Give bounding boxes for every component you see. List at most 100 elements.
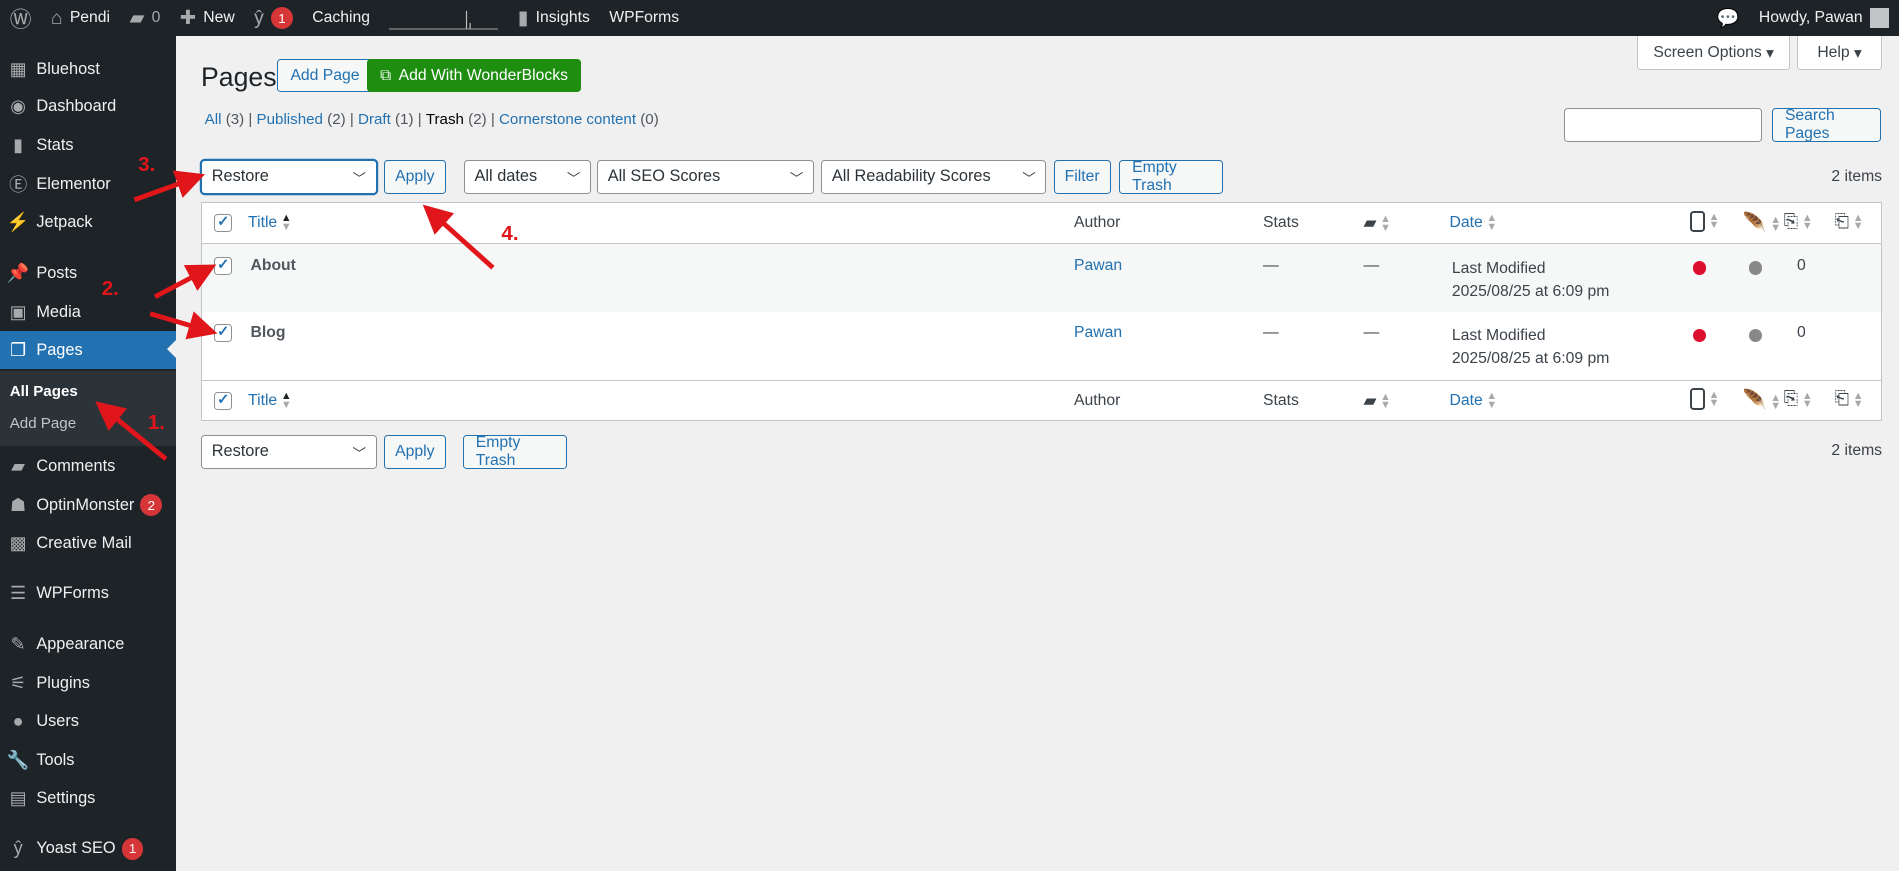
sidebar-item-posts[interactable]: 📌Posts — [0, 254, 176, 293]
sidebar-item-appearance[interactable]: ✎Appearance — [0, 625, 176, 664]
row-author[interactable]: Pawan — [1074, 257, 1122, 275]
wordpress-logo-icon[interactable]: Ⓦ — [0, 0, 41, 36]
sort-icon: ▲▼ — [1709, 213, 1720, 230]
caching-link[interactable]: Caching — [303, 0, 380, 36]
sidebar-item-tools[interactable]: 🔧Tools — [0, 741, 176, 780]
stats-icon: ▮ — [0, 135, 36, 156]
column-title[interactable]: Title▲▼ — [248, 392, 292, 410]
wpforms-link[interactable]: WPForms — [600, 0, 689, 36]
sidebar-item-creative-mail[interactable]: ▩Creative Mail — [0, 524, 176, 563]
apply-button-bottom[interactable]: Apply — [384, 435, 446, 469]
view-filters: All (3) | Published (2) | Draft (1) | Tr… — [205, 111, 659, 128]
readability-filter-select[interactable]: All Readability Scores﹀ — [821, 160, 1046, 194]
row-title[interactable]: About — [250, 257, 295, 275]
sidebar-item-yoast-seo[interactable]: ŷYoast SEO1 — [0, 830, 176, 869]
sidebar-item-plugins[interactable]: ⚟Plugins — [0, 664, 176, 703]
sidebar-item-settings[interactable]: ▤Settings — [0, 779, 176, 818]
feather-icon: 🪶 — [1743, 389, 1767, 411]
filter-button[interactable]: Filter — [1054, 160, 1111, 194]
sidebar-item-pages[interactable]: ❐Pages — [0, 331, 176, 370]
sidebar-item-label: Tools — [36, 751, 74, 770]
sort-icon: ▲▼ — [1802, 214, 1813, 231]
add-page-button[interactable]: Add Page — [277, 59, 372, 92]
view-all[interactable]: All — [205, 111, 222, 128]
stats-sparkline[interactable] — [380, 0, 508, 36]
empty-trash-button[interactable]: Empty Trash — [1119, 160, 1223, 194]
sidebar-item-label: Stats — [36, 136, 73, 155]
seo-score-filter-select[interactable]: All SEO Scores﹀ — [597, 160, 814, 194]
column-outgoing-links[interactable]: ⎘▲▼ — [1784, 211, 1813, 232]
column-seo-score[interactable]: ▲▼ — [1690, 388, 1719, 410]
traffic-light-icon — [1690, 211, 1705, 233]
admin-bar: Ⓦ ⌂Pendi ▰0 ✚New ŷ1 Caching ▮Insights WP… — [0, 0, 1899, 36]
sidebar-item-label: OptinMonster — [36, 496, 134, 515]
new-content-link[interactable]: ✚New — [170, 0, 244, 36]
incoming-links-icon: ⎗ — [1835, 211, 1850, 231]
yoast-link[interactable]: ŷ1 — [244, 0, 302, 36]
sidebar-item-label: Yoast SEO — [36, 839, 115, 858]
bulk-action-select-bottom[interactable]: Restore﹀ — [201, 435, 377, 469]
sidebar-item-comments[interactable]: ▰Comments — [0, 447, 176, 486]
apply-button[interactable]: Apply — [384, 160, 446, 194]
row-stats: — — [1263, 257, 1279, 275]
column-date[interactable]: Date▲▼ — [1449, 392, 1497, 410]
notifications-icon[interactable]: 💬 — [1707, 0, 1749, 36]
row-comments: — — [1363, 324, 1379, 342]
empty-trash-button-bottom[interactable]: Empty Trash — [463, 435, 567, 469]
column-stats: Stats — [1263, 214, 1299, 232]
select-all-checkbox[interactable]: ✓ — [214, 214, 232, 232]
comment-icon: ▰ — [1363, 391, 1376, 410]
settings-icon: ▤ — [0, 788, 36, 809]
comments-link[interactable]: ▰0 — [120, 0, 170, 36]
row-title[interactable]: Blog — [250, 324, 285, 342]
column-incoming-links[interactable]: ⎗▲▼ — [1835, 388, 1864, 409]
sidebar-item-jetpack[interactable]: ⚡Jetpack — [0, 203, 176, 242]
seo-score-dot — [1693, 329, 1706, 342]
sidebar-item-label: Comments — [36, 457, 115, 476]
table-row: ✓ Blog Pawan — — Last Modified2025/08/25… — [202, 312, 1881, 380]
search-input[interactable] — [1564, 108, 1763, 142]
column-readability[interactable]: 🪶▲▼ — [1743, 388, 1782, 412]
sort-icon: ▲▼ — [1802, 392, 1813, 409]
submenu-all-pages[interactable]: All Pages — [10, 383, 78, 400]
view-cornerstone[interactable]: Cornerstone content — [499, 111, 636, 128]
view-trash[interactable]: Trash — [426, 111, 464, 128]
my-account-link[interactable]: Howdy, Pawan — [1749, 0, 1899, 36]
sidebar-item-wpforms[interactable]: ☰WPForms — [0, 574, 176, 613]
sidebar-item-media[interactable]: ▣Media — [0, 293, 176, 332]
site-name-link[interactable]: ⌂Pendi — [41, 0, 120, 36]
screen-options-button[interactable]: Screen Options ▾ — [1637, 36, 1790, 70]
sidebar-item-users[interactable]: ●Users — [0, 702, 176, 741]
dates-filter-select[interactable]: All dates﹀ — [464, 160, 591, 194]
column-readability[interactable]: 🪶▲▼ — [1743, 211, 1782, 235]
sort-icon: ▲▼ — [1486, 214, 1497, 231]
view-draft[interactable]: Draft — [358, 111, 391, 128]
help-button[interactable]: Help ▾ — [1797, 36, 1882, 70]
submenu-add-page[interactable]: Add Page — [10, 415, 76, 432]
column-incoming-links[interactable]: ⎗▲▼ — [1835, 211, 1864, 232]
sidebar-item-optinmonster[interactable]: ☗OptinMonster2 — [0, 486, 176, 525]
row-author[interactable]: Pawan — [1074, 324, 1122, 342]
bulk-action-select[interactable]: Restore﹀ — [201, 160, 377, 194]
insights-link[interactable]: ▮Insights — [508, 0, 600, 36]
column-author: Author — [1074, 214, 1120, 232]
chevron-down-icon: ﹀ — [567, 168, 580, 187]
search-pages-button[interactable]: Search Pages — [1772, 108, 1881, 142]
sort-icon: ▲▼ — [1380, 215, 1391, 232]
select-all-checkbox[interactable]: ✓ — [214, 392, 232, 410]
row-checkbox[interactable]: ✓ — [214, 257, 232, 275]
row-checkbox[interactable]: ✓ — [214, 324, 232, 342]
traffic-light-icon — [1690, 388, 1705, 410]
column-title[interactable]: Title▲▼ — [248, 214, 292, 232]
sidebar-item-dashboard[interactable]: ◉Dashboard — [0, 87, 176, 126]
add-with-wonderblocks-button[interactable]: ⧉Add With WonderBlocks — [367, 59, 581, 92]
view-published[interactable]: Published — [257, 111, 323, 128]
column-date[interactable]: Date▲▼ — [1449, 214, 1497, 232]
column-outgoing-links[interactable]: ⎘▲▼ — [1784, 388, 1813, 409]
sidebar-item-bluehost[interactable]: ▦Bluehost — [0, 50, 176, 89]
column-comments[interactable]: ▰▲▼ — [1363, 212, 1390, 233]
outgoing-links-icon: ⎘ — [1784, 211, 1799, 231]
table-header: ✓ Title▲▼ Author Stats ▰▲▼ Date▲▼ ▲▼ 🪶▲▼… — [202, 203, 1881, 244]
column-seo-score[interactable]: ▲▼ — [1690, 211, 1719, 233]
column-comments[interactable]: ▰▲▼ — [1363, 390, 1390, 411]
